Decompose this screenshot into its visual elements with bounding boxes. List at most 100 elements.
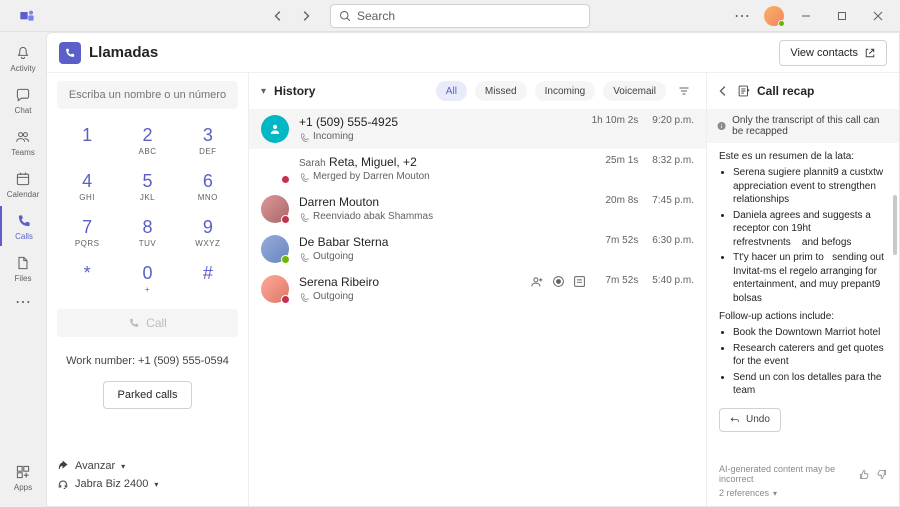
history-sub: Reenviado abak Shammas bbox=[299, 211, 596, 222]
nav-forward-button[interactable] bbox=[294, 4, 318, 28]
filter-voicemail[interactable]: Voicemail bbox=[603, 81, 666, 101]
main-panel: Llamadas View contacts 1 2ABC3DEF 4GHI5JK… bbox=[46, 32, 900, 507]
history-row[interactable]: Serena Ribeiro Outgoing 7m 52s 5:40 p.m. bbox=[249, 269, 706, 309]
chevron-down-icon[interactable]: ▾ bbox=[261, 86, 266, 97]
keypad-key-#[interactable]: # bbox=[178, 255, 238, 301]
keypad-key-1[interactable]: 1 bbox=[57, 117, 117, 163]
keypad-key-4[interactable]: 4GHI bbox=[57, 163, 117, 209]
transcript-icon[interactable] bbox=[573, 275, 586, 288]
ai-disclaimer: AI-generated content may be incorrect bbox=[719, 464, 859, 484]
history-name: +1 (509) 555-4925 bbox=[299, 115, 582, 129]
recap-banner: Only the transcript of this call can be … bbox=[707, 109, 899, 143]
keypad-key-5[interactable]: 5JKL bbox=[117, 163, 177, 209]
history-row[interactable]: De Babar SternaOutgoing7m 52s6:30 p.m. bbox=[249, 229, 706, 269]
history-row[interactable]: Darren MoutonReenviado abak Shammas20m 8… bbox=[249, 189, 706, 229]
time: 6:30 p.m. bbox=[652, 235, 694, 246]
history-list: +1 (509) 555-4925Incoming1h 10m 2s9:20 p… bbox=[249, 109, 706, 506]
search-icon bbox=[339, 10, 351, 22]
scrollbar[interactable] bbox=[893, 195, 897, 255]
more-button[interactable]: ⋯ bbox=[728, 4, 756, 28]
keypad-key-7[interactable]: 7PQRS bbox=[57, 209, 117, 255]
bell-icon bbox=[14, 44, 32, 62]
presence-icon bbox=[281, 295, 290, 304]
history-name: Serena Ribeiro bbox=[299, 275, 521, 289]
rail-more[interactable]: ⋯ bbox=[15, 292, 31, 312]
avatar bbox=[261, 155, 289, 183]
rail-activity[interactable]: Activity bbox=[0, 38, 46, 78]
keypad-key-2[interactable]: 2ABC bbox=[117, 117, 177, 163]
history-name: Sarah Reta, Miguel, +2 bbox=[299, 155, 596, 169]
thumbs-down-button[interactable] bbox=[876, 469, 887, 480]
filter-button[interactable] bbox=[674, 85, 694, 97]
dial-input[interactable] bbox=[57, 81, 238, 109]
recap-followup-label: Follow-up actions include: bbox=[719, 311, 887, 322]
recap-bullet: Serena sugiere plannit9 a custxtw apprec… bbox=[733, 166, 887, 207]
history-row[interactable]: Sarah Reta, Miguel, +2Merged by Darren M… bbox=[249, 149, 706, 189]
forward-icon bbox=[57, 460, 69, 472]
keypad-key-9[interactable]: 9WXYZ bbox=[178, 209, 238, 255]
rail-chat[interactable]: Chat bbox=[0, 80, 46, 120]
call-button[interactable]: Call bbox=[57, 309, 238, 337]
add-participant-icon[interactable] bbox=[531, 275, 544, 288]
keypad-key-3[interactable]: 3DEF bbox=[178, 117, 238, 163]
chevron-down-icon: ▾ bbox=[121, 462, 125, 471]
recap-icon bbox=[737, 84, 751, 98]
rail-apps[interactable]: Apps bbox=[0, 457, 46, 497]
chat-icon bbox=[14, 86, 32, 104]
people-icon bbox=[14, 128, 32, 146]
record-icon[interactable] bbox=[552, 275, 565, 288]
filter-incoming[interactable]: Incoming bbox=[535, 81, 596, 101]
keypad-key-8[interactable]: 8TUV bbox=[117, 209, 177, 255]
duration: 7m 52s bbox=[606, 275, 639, 286]
rail-calendar[interactable]: Calendar bbox=[0, 164, 46, 204]
calendar-icon bbox=[14, 170, 32, 188]
filter-missed[interactable]: Missed bbox=[475, 81, 527, 101]
undo-button[interactable]: Undo bbox=[719, 408, 781, 432]
references-toggle[interactable]: 2 references ▾ bbox=[719, 488, 887, 498]
avatar bbox=[261, 115, 289, 143]
recap-intro: Este es un resumen de la lata: bbox=[719, 151, 887, 162]
search-input[interactable]: Search bbox=[330, 4, 590, 28]
close-button[interactable] bbox=[864, 4, 892, 28]
page-header: Llamadas View contacts bbox=[47, 33, 899, 73]
page-title: Llamadas bbox=[89, 44, 158, 61]
rail-teams[interactable]: Teams bbox=[0, 122, 46, 162]
presence-icon bbox=[281, 215, 290, 224]
chevron-down-icon: ▾ bbox=[773, 489, 777, 498]
recap-panel: Call recap Only the transcript of this c… bbox=[707, 73, 899, 506]
keypad-key-6[interactable]: 6MNO bbox=[178, 163, 238, 209]
time: 8:32 p.m. bbox=[652, 155, 694, 166]
chevron-down-icon: ▾ bbox=[154, 480, 158, 489]
time: 5:40 p.m. bbox=[652, 275, 694, 286]
external-link-icon bbox=[864, 47, 876, 59]
rail-calls[interactable]: Calls bbox=[0, 206, 46, 246]
duration: 25m 1s bbox=[606, 155, 639, 166]
history-sub: Outgoing bbox=[299, 291, 521, 302]
duration: 1h 10m 2s bbox=[592, 115, 639, 126]
rail-files[interactable]: Files bbox=[0, 248, 46, 288]
parked-calls-button[interactable]: Parked calls bbox=[103, 381, 193, 409]
recap-bullet: Daniela agrees and suggests a receptor c… bbox=[733, 209, 887, 250]
presence-icon bbox=[281, 175, 290, 184]
device-settings[interactable]: Jabra Biz 2400 ▾ bbox=[57, 478, 238, 490]
avatar bbox=[261, 195, 289, 223]
thumbs-up-button[interactable] bbox=[859, 469, 870, 480]
time: 9:20 p.m. bbox=[652, 115, 694, 126]
forward-settings[interactable]: Avanzar ▾ bbox=[57, 460, 238, 472]
keypad-key-*[interactable]: * bbox=[57, 255, 117, 301]
recap-back-button[interactable] bbox=[717, 85, 729, 97]
presence-icon bbox=[281, 255, 290, 264]
filter-all[interactable]: All bbox=[436, 81, 467, 101]
minimize-button[interactable] bbox=[792, 4, 820, 28]
recap-body: Este es un resumen de la lata: Serena su… bbox=[707, 143, 899, 460]
phone-icon bbox=[15, 212, 33, 230]
apps-icon bbox=[14, 463, 32, 481]
nav-back-button[interactable] bbox=[266, 4, 290, 28]
history-row[interactable]: +1 (509) 555-4925Incoming1h 10m 2s9:20 p… bbox=[249, 109, 706, 149]
presence-available-icon bbox=[778, 20, 785, 27]
avatar[interactable] bbox=[764, 6, 784, 26]
history-name: De Babar Sterna bbox=[299, 235, 596, 249]
view-contacts-button[interactable]: View contacts bbox=[779, 40, 887, 66]
keypad-key-0[interactable]: 0+ bbox=[117, 255, 177, 301]
maximize-button[interactable] bbox=[828, 4, 856, 28]
